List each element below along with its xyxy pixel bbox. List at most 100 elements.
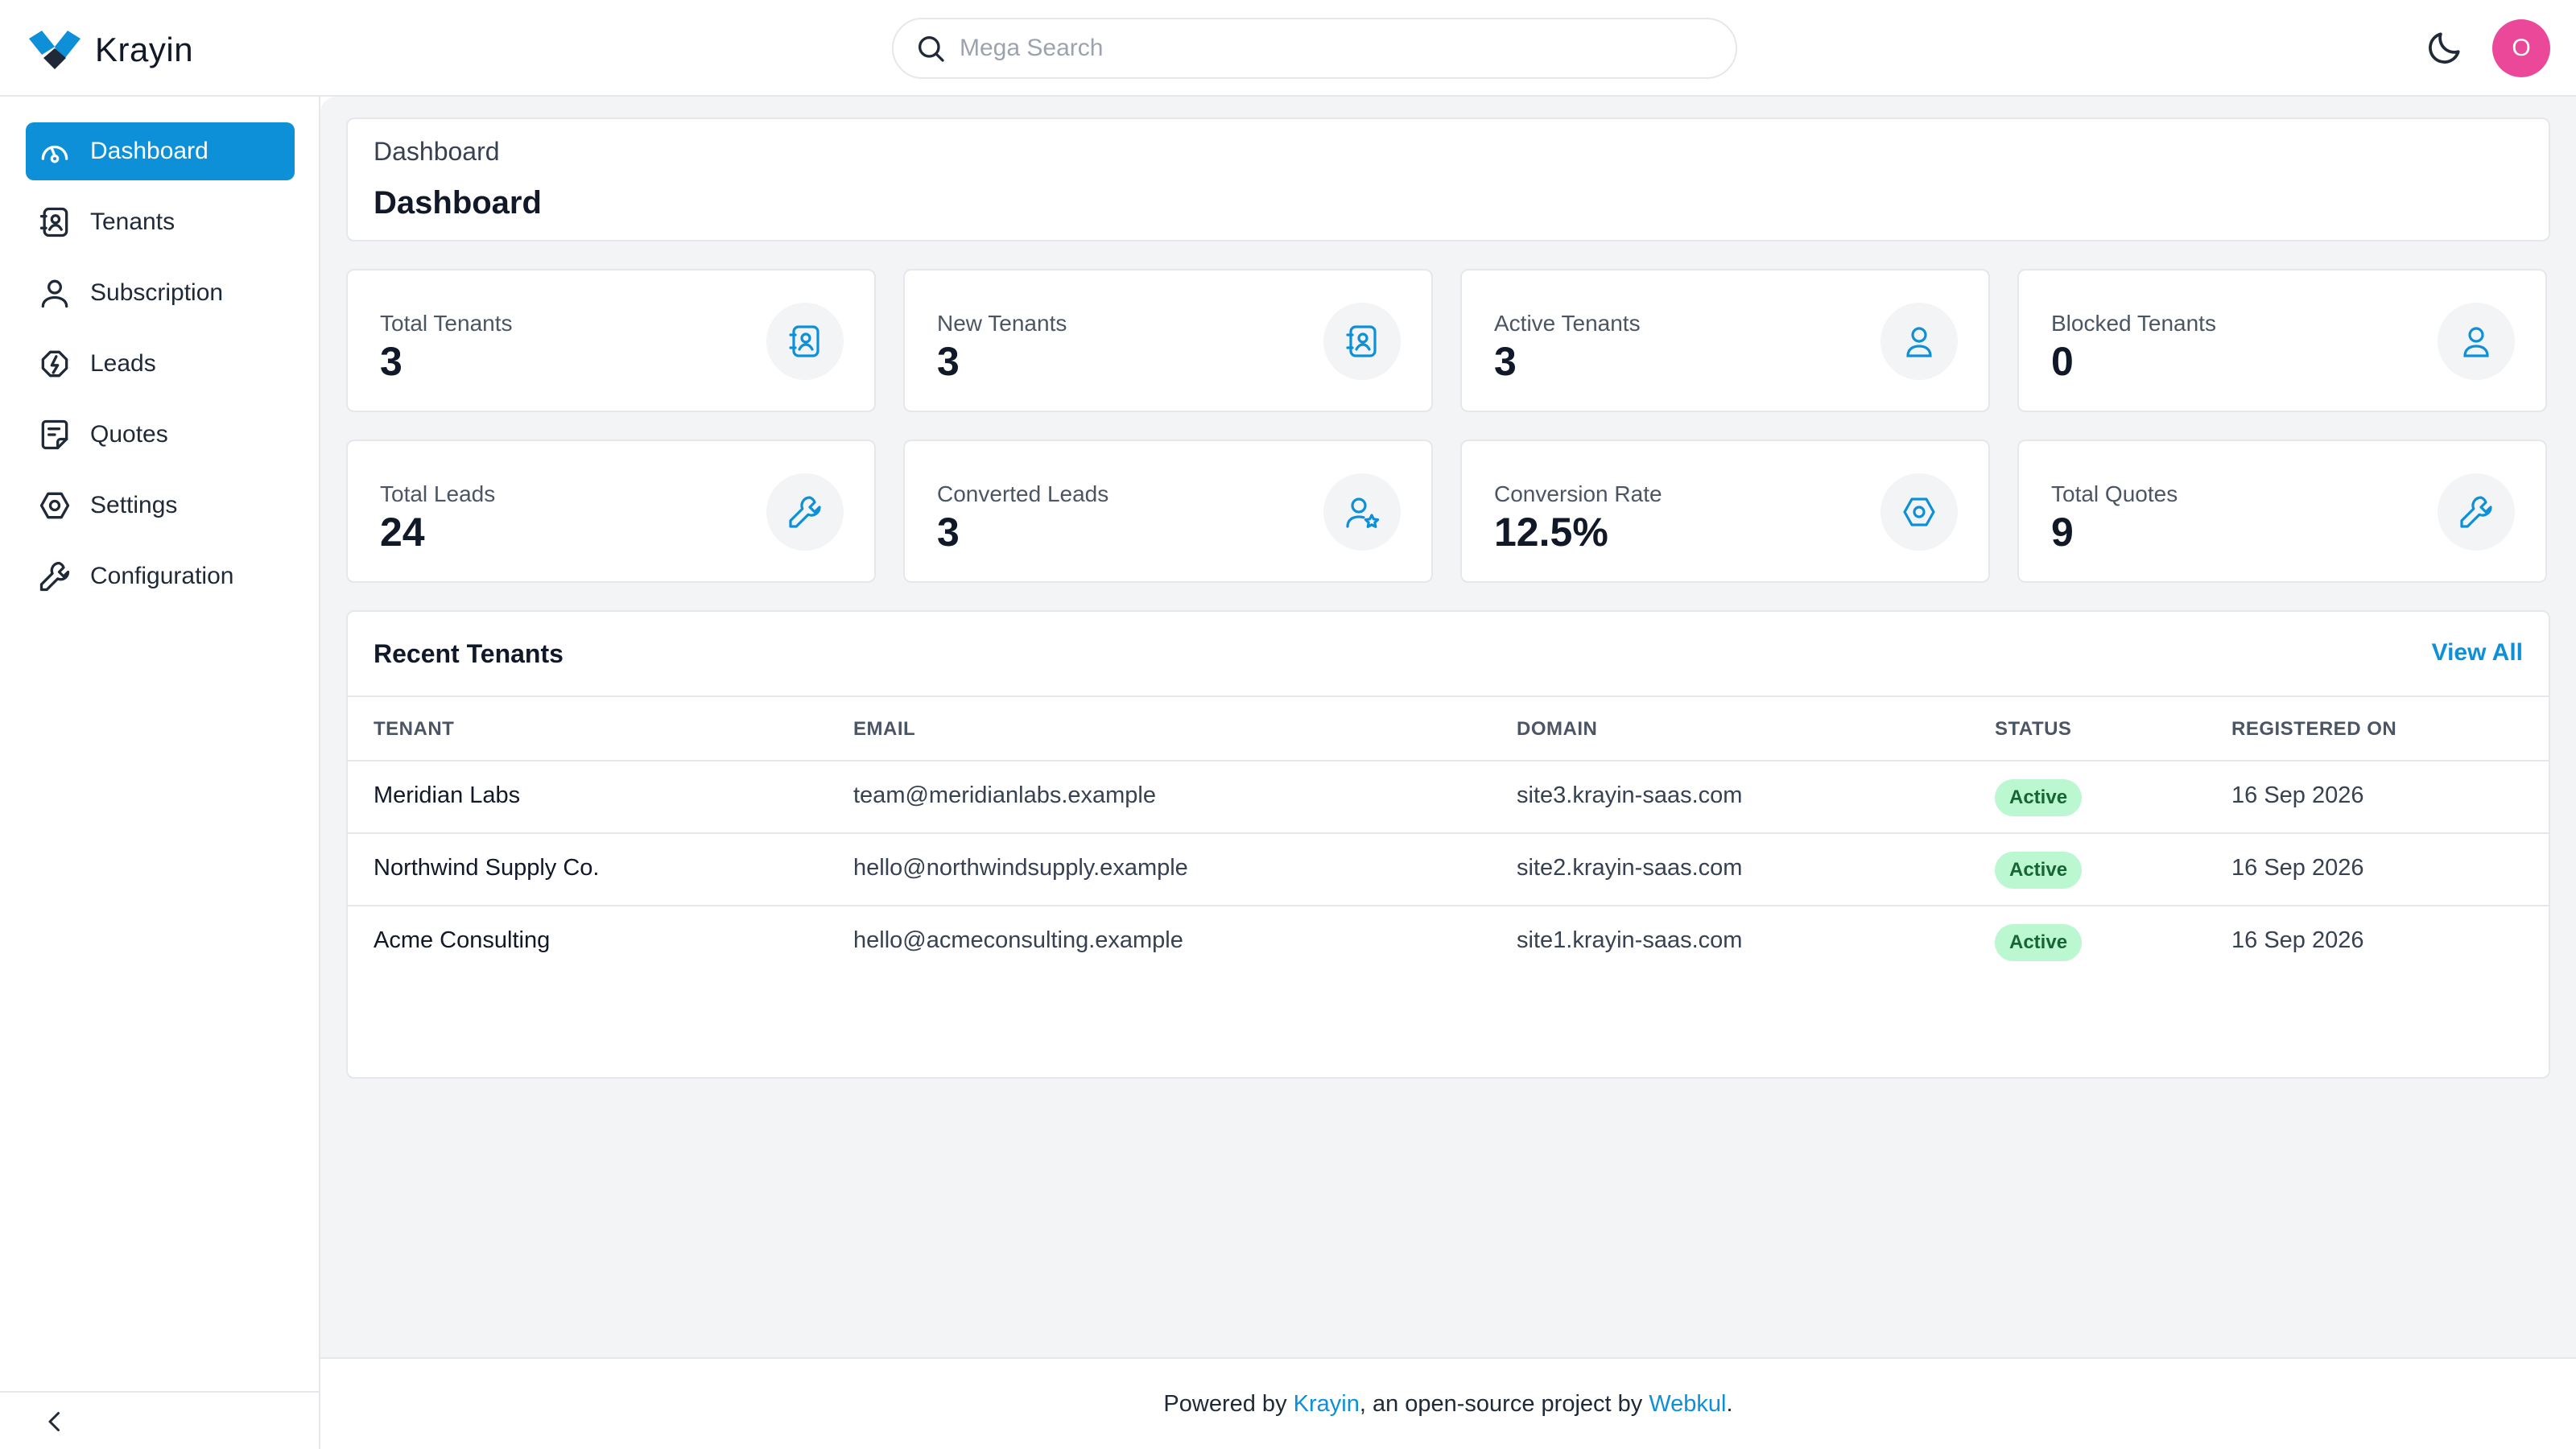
sidebar-item-label: Settings: [90, 492, 178, 518]
sidebar-item-configuration[interactable]: Configuration: [26, 547, 295, 605]
column-header-registered-on: REGISTERED ON: [2231, 718, 2397, 740]
user-icon: [35, 274, 74, 312]
footer-prefix: Powered by: [1163, 1390, 1294, 1417]
stat-label: Total Quotes: [2051, 481, 2178, 506]
sidebar-item-label: Subscription: [90, 279, 224, 306]
search-input[interactable]: [960, 35, 1684, 62]
dashboard-icon: [35, 132, 74, 171]
tenants-icon: [766, 303, 844, 380]
registered-date: 16 Sep 2026: [2231, 782, 2364, 808]
stat-card-new-tenants: New Tenants 3: [903, 269, 1433, 412]
view-all-link[interactable]: View All: [2432, 639, 2523, 667]
tenant-domain: site3.krayin-saas.com: [1517, 782, 1743, 808]
wrench-icon: [766, 473, 844, 551]
sidebar-item-subscription[interactable]: Subscription: [26, 264, 295, 322]
wrench-icon: [2438, 473, 2515, 551]
tenants-icon: [1323, 303, 1401, 380]
tenant-email: team@meridianlabs.example: [853, 782, 1156, 808]
tenant-email: hello@northwindsupply.example: [853, 855, 1188, 881]
footer-suffix: .: [1726, 1390, 1733, 1417]
table-row[interactable]: Acme Consulting hello@acmeconsulting.exa…: [348, 906, 2549, 979]
stat-label: Total Tenants: [380, 311, 513, 336]
stat-label: Converted Leads: [937, 481, 1109, 506]
krayin-link[interactable]: Krayin: [1294, 1391, 1360, 1418]
tenant-name: Acme Consulting: [374, 927, 551, 953]
user-star-icon: [1323, 473, 1401, 551]
sidebar-item-label: Configuration: [90, 563, 234, 589]
settings-icon: [35, 486, 74, 525]
stat-label: Active Tenants: [1494, 311, 1641, 336]
tenant-name: Northwind Supply Co.: [374, 855, 600, 881]
recent-tenants-title: Recent Tenants: [374, 639, 564, 668]
recent-tenants-panel: Recent Tenants View All TENANT EMAIL DOM…: [346, 610, 2550, 1079]
page-title: Dashboard: [374, 185, 542, 221]
user-icon: [2438, 303, 2515, 380]
user-avatar[interactable]: O: [2492, 19, 2550, 77]
sidebar: Dashboard Tenants Subscription Leads Quo…: [0, 97, 320, 1449]
quotes-icon: [35, 415, 74, 454]
user-icon: [1880, 303, 1958, 380]
app-logo[interactable]: Krayin: [29, 29, 193, 71]
sidebar-item-settings[interactable]: Settings: [26, 477, 295, 535]
sidebar-item-label: Leads: [90, 350, 156, 377]
stat-value: 3: [937, 339, 960, 384]
stat-label: Total Leads: [380, 481, 496, 506]
column-header-status: STATUS: [1995, 718, 2072, 740]
sidebar-nav: Dashboard Tenants Subscription Leads Quo…: [26, 122, 295, 618]
stat-value: 9: [2051, 510, 2074, 555]
stat-value: 3: [937, 510, 960, 555]
tenants-icon: [35, 203, 74, 242]
webkul-link[interactable]: Webkul: [1649, 1391, 1726, 1418]
stat-label: Blocked Tenants: [2051, 311, 2216, 336]
sidebar-item-quotes[interactable]: Quotes: [26, 406, 295, 464]
leads-icon: [35, 345, 74, 383]
sidebar-item-label: Quotes: [90, 421, 168, 448]
table-row[interactable]: Meridian Labs team@meridianlabs.example …: [348, 762, 2549, 834]
sidebar-collapse-button[interactable]: [0, 1391, 320, 1449]
tenant-name: Meridian Labs: [374, 782, 521, 808]
table-row[interactable]: Northwind Supply Co. hello@northwindsupp…: [348, 834, 2549, 906]
app-name: Krayin: [95, 31, 194, 68]
tenant-domain: site2.krayin-saas.com: [1517, 855, 1743, 881]
sidebar-item-leads[interactable]: Leads: [26, 335, 295, 393]
status-badge: Active: [1995, 852, 2083, 889]
stat-card-converted-leads: Converted Leads 3: [903, 440, 1433, 583]
stat-card-active-tenants: Active Tenants 3: [1460, 269, 1990, 412]
stat-value: 0: [2051, 339, 2074, 384]
stat-card-total-quotes: Total Quotes 9: [2017, 440, 2547, 583]
wrench-icon: [35, 557, 74, 596]
footer: Powered by Krayin , an open-source proje…: [320, 1357, 2576, 1449]
status-badge: Active: [1995, 924, 2083, 961]
tenant-email: hello@acmeconsulting.example: [853, 927, 1183, 953]
stat-label: Conversion Rate: [1494, 481, 1662, 506]
dark-mode-toggle-icon[interactable]: [2425, 27, 2465, 68]
stat-value: 24: [380, 510, 425, 555]
tenant-domain: site1.krayin-saas.com: [1517, 927, 1743, 953]
stat-value: 3: [1494, 339, 1517, 384]
column-header-email: EMAIL: [853, 718, 916, 740]
registered-date: 16 Sep 2026: [2231, 855, 2364, 881]
top-header: Krayin O: [0, 0, 2576, 97]
page-header-panel: Dashboard Dashboard: [346, 118, 2550, 242]
stat-card-total-leads: Total Leads 24: [346, 440, 876, 583]
chevron-left-icon: [48, 1412, 60, 1431]
status-badge: Active: [1995, 779, 2083, 816]
sidebar-item-label: Dashboard: [90, 138, 208, 164]
footer-middle: , an open-source project by: [1359, 1390, 1649, 1417]
main-content: Dashboard Dashboard Total Tenants 3 New …: [320, 97, 2576, 1357]
search-icon: [919, 36, 944, 62]
stat-value: 12.5%: [1494, 510, 1608, 555]
breadcrumb[interactable]: Dashboard: [374, 137, 500, 167]
stat-card-total-tenants: Total Tenants 3: [346, 269, 876, 412]
registered-date: 16 Sep 2026: [2231, 927, 2364, 953]
settings-icon: [1880, 473, 1958, 551]
sidebar-item-tenants[interactable]: Tenants: [26, 193, 295, 251]
stat-card-blocked-tenants: Blocked Tenants 0: [2017, 269, 2547, 412]
column-header-domain: DOMAIN: [1517, 718, 1598, 740]
mega-search[interactable]: [892, 18, 1737, 79]
column-header-tenant: TENANT: [374, 718, 455, 740]
sidebar-item-dashboard[interactable]: Dashboard: [26, 122, 295, 180]
sidebar-item-label: Tenants: [90, 208, 175, 235]
krayin-logo-icon: [29, 31, 80, 69]
stat-card-conversion-rate: Conversion Rate 12.5%: [1460, 440, 1990, 583]
